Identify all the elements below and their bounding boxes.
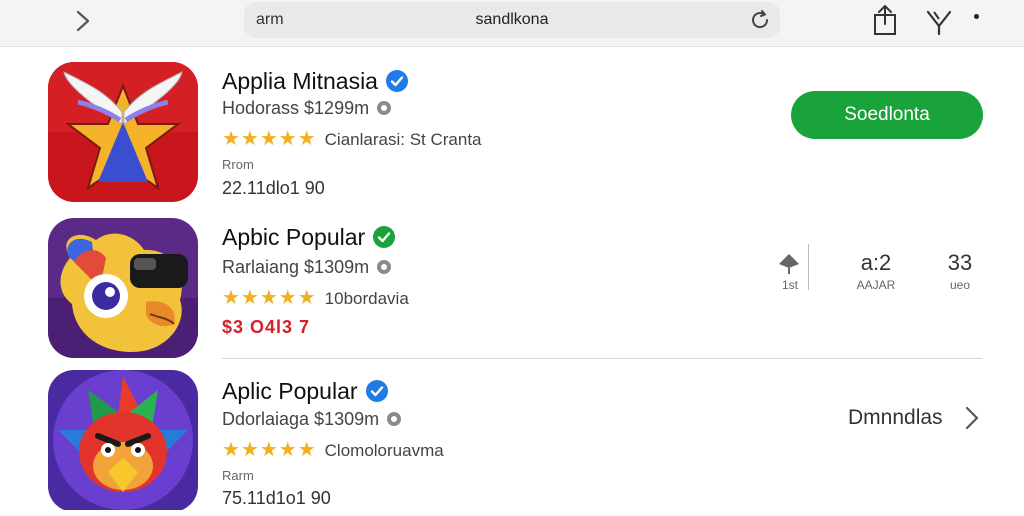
rating: ★★★★★ 10bordavia [222, 285, 409, 310]
rating: ★★★★★ Clomoloruavma [222, 437, 444, 462]
star-icon: ★★★★★ [222, 439, 317, 461]
info-icon[interactable] [377, 101, 392, 115]
stat-label-count: ueo [949, 278, 971, 292]
verified-icon [373, 226, 396, 248]
info-icon[interactable] [387, 412, 402, 426]
row-divider [222, 358, 982, 359]
rating-label: Cianlarasi: St Cranta [324, 130, 482, 149]
rating: ★★★★★ Cianlarasi: St Cranta [222, 126, 482, 151]
developer-price: Ddorlaiaga $1309m [222, 409, 402, 430]
share-icon[interactable] [870, 4, 900, 36]
verified-icon [385, 70, 408, 92]
developer-text: Hodorass $1299m [222, 98, 370, 118]
app-title-text: Applia Mitnasia [222, 68, 378, 94]
stat-value-count: 33 [947, 250, 973, 275]
app-title[interactable]: Aplic Popular [222, 378, 388, 405]
verified-icon [365, 380, 388, 402]
developer-text: Ddorlaiaga $1309m [222, 409, 380, 429]
stat-divider [808, 244, 809, 290]
chevron-right-icon[interactable] [962, 404, 982, 432]
app-title-text: Aplic Popular [222, 378, 358, 404]
back-chevron-icon[interactable] [68, 6, 98, 36]
stat-label-rank: 1st [781, 278, 798, 292]
app-icon-star-wings[interactable] [48, 62, 198, 202]
stat-label-age: AAJAR [856, 278, 896, 292]
get-button[interactable]: Soedlonta [791, 91, 983, 139]
address-bar[interactable]: arm sandlkona [244, 2, 780, 38]
star-icon: ★★★★★ [222, 287, 317, 309]
app-title[interactable]: Applia Mitnasia [222, 68, 408, 95]
star-icon: ★★★★★ [222, 128, 317, 150]
fork-icon[interactable] [924, 6, 954, 36]
pin-icon [776, 250, 802, 276]
info-icon[interactable] [377, 260, 392, 274]
category-label: Rarm [222, 468, 254, 483]
rating-label: 10bordavia [324, 289, 409, 308]
category-label: Rrom [222, 157, 254, 172]
app-title-text: Apbic Popular [222, 224, 366, 250]
url-text: sandlkona [475, 11, 549, 28]
rating-label: Clomoloruavma [324, 441, 444, 460]
developer-price: Rarlaiang $1309m [222, 257, 392, 278]
more-link[interactable]: Dmnndlas [848, 406, 943, 430]
more-dot-icon[interactable] [974, 14, 979, 19]
app-meta: 75.11d1o1 90 [222, 488, 331, 508]
list-item[interactable]: Aplic Popular Ddorlaiaga $1309m ★★★★★ Clo… [0, 366, 1024, 516]
app-price: $3 O4l3 7 [222, 317, 311, 337]
browser-toolbar: arm sandlkona [0, 0, 1024, 47]
app-icon-bird-sunglasses[interactable] [48, 218, 198, 358]
developer-text: Rarlaiang $1309m [222, 257, 370, 277]
developer-price: Hodorass $1299m [222, 98, 392, 119]
stat-value-age: a:2 [860, 250, 892, 275]
app-title[interactable]: Apbic Popular [222, 224, 396, 251]
reload-icon[interactable] [748, 8, 772, 32]
app-meta: 22.11dlo1 90 [222, 178, 325, 198]
app-icon-angry-bird[interactable] [48, 370, 198, 512]
